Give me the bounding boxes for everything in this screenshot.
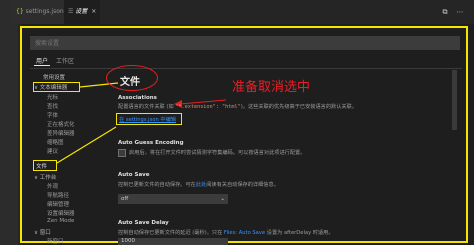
desc-text: 阅读有关自动保存的详细信息。 [206, 182, 279, 188]
files-auto-save-link[interactable]: Files: Auto Save [224, 230, 265, 236]
auto-guess-desc: 启用后，将在打开文件时尝试猜测字符集编码。可以按语言对此项进行配置。 [129, 150, 306, 156]
desc-text: 设置为 afterDelay 时适用。 [265, 230, 334, 236]
read-more-link[interactable]: 此处 [196, 182, 206, 188]
page-title: 文件 [120, 77, 140, 88]
auto-guess-checkbox[interactable] [118, 149, 126, 157]
associations-desc: 配置语言的文件关联 (如 "*.extension": "html")。这些关联… [118, 103, 357, 110]
auto-save-delay-input[interactable]: 1000 [118, 238, 228, 245]
scrollbar[interactable] [452, 70, 457, 130]
desc-text: 控制自动保存已更新文件的延迟 (毫秒)。只在 [118, 230, 224, 236]
input-value: 1000 [121, 238, 135, 244]
auto-save-delay-desc: 控制自动保存已更新文件的延迟 (毫秒)。只在 Files: Auto Save … [118, 229, 334, 236]
annotation-text: 准备取消选中 [232, 80, 311, 95]
annotation-lines [56, 82, 227, 164]
desc-text: 配置语言的文件关联 (如 [118, 104, 176, 110]
desc-text: )。这些关联的优先级高于已安装语言的默认关联。 [240, 104, 357, 110]
auto-save-select[interactable]: off ⌄ [118, 194, 228, 204]
desc-text: 控制已更新文件的自动保存。可在 [118, 182, 196, 188]
select-value: off [121, 196, 129, 202]
auto-save-title: Auto Save [118, 172, 150, 178]
chevron-down-icon: ⌄ [220, 196, 225, 202]
edit-in-settings-json-link[interactable]: 在 settings.json 中编辑 [119, 116, 176, 123]
auto-guess-title: Auto Guess Encoding [118, 140, 184, 146]
annotation-line [56, 126, 117, 164]
auto-save-desc: 控制已更新文件的自动保存。可在此处阅读有关自动保存的详细信息。 [118, 181, 279, 188]
desc-code: "*.extension": "html" [175, 104, 241, 110]
auto-save-delay-title: Auto Save Delay [118, 220, 169, 226]
associations-title: Associations [118, 95, 157, 101]
